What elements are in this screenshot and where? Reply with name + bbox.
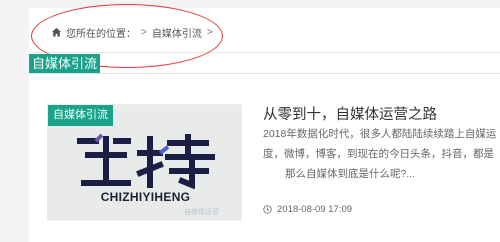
clock-icon: [263, 205, 272, 214]
article-date: 2018-08-09 17:09: [277, 204, 353, 215]
breadcrumb-trailing-separator: >: [206, 26, 213, 38]
top-strip: [0, 0, 500, 8]
excerpt-line: 度，微博，博客，到现在的今日头条，抖音，都是: [263, 148, 494, 160]
excerpt-line: 2018年数据化时代，很多人都陆陆续续踏上自媒运: [263, 128, 497, 140]
breadcrumb-separator: >: [141, 26, 147, 38]
article-meta: 2018-08-09 17:09: [263, 204, 352, 215]
category-divider: [29, 73, 500, 74]
breadcrumb-current-link[interactable]: 自媒体引流: [152, 25, 202, 40]
excerpt-line: 那么自媒体到底是什么呢?...: [285, 168, 416, 180]
article-excerpt: 2018年数据化时代，很多人都陆陆续续踏上自媒运 度，微博，博客，到现在的今日头…: [263, 124, 500, 184]
thumbnail-calligraphy-art: [77, 133, 215, 189]
article-thumbnail[interactable]: 自媒体引流 CHIZHIYIHENG 自媒体运营: [47, 104, 242, 221]
thumbnail-watermark: 自媒体运营: [184, 209, 219, 216]
article-title-link[interactable]: 从零到十，自媒体运营之路: [263, 103, 437, 124]
home-icon[interactable]: [51, 27, 62, 38]
thumbnail-category-badge[interactable]: 自媒体引流: [48, 105, 113, 126]
breadcrumb-divider: [29, 52, 500, 53]
breadcrumb: 您所在的位置： > 自媒体引流 >: [51, 22, 218, 42]
category-heading[interactable]: 自媒体引流: [29, 54, 101, 74]
thumbnail-subtitle: CHIZHIYIHENG: [100, 190, 191, 204]
breadcrumb-prefix: 您所在的位置：: [66, 28, 136, 40]
